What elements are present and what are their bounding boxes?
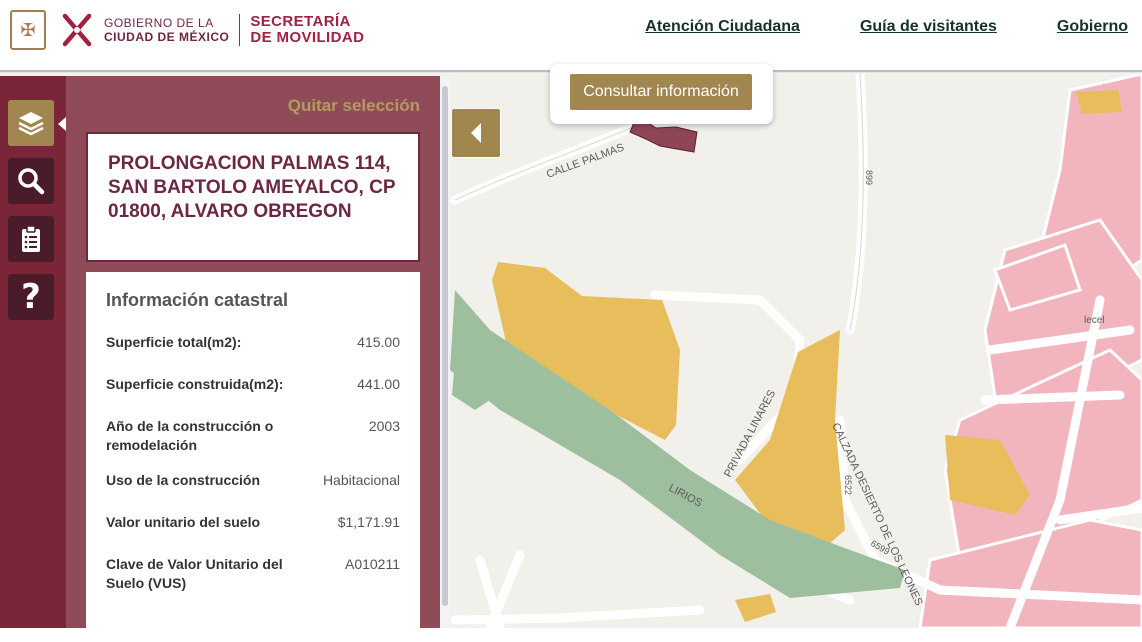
secretaria-name: SECRETARÍA DE MOVILIDAD xyxy=(250,14,364,46)
help-button[interactable]: ? xyxy=(8,274,54,320)
sec-line1: SECRETARÍA xyxy=(250,13,351,30)
clear-selection-link[interactable]: Quitar selección xyxy=(288,96,420,116)
info-label: Valor unitario del suelo xyxy=(106,514,261,530)
nav-guia-visitantes[interactable]: Guía de visitantes xyxy=(860,18,997,36)
layers-button[interactable] xyxy=(8,100,54,146)
logo-divider xyxy=(239,14,241,46)
poi-label: lecel xyxy=(1084,315,1105,326)
cdmx-logo-icon xyxy=(62,13,92,47)
gov-name: GOBIERNO DE LA CIUDAD DE MÉXICO xyxy=(104,16,229,44)
gov-line2: CIUDAD DE MÉXICO xyxy=(104,30,230,44)
top-header: ✠ GOBIERNO DE LA CIUDAD DE MÉXICO SECRET… xyxy=(0,0,1142,72)
map-popup: Consultar información xyxy=(550,64,773,124)
chevron-left-icon xyxy=(471,123,481,143)
report-button[interactable] xyxy=(8,216,54,262)
house-number-899: 899 xyxy=(864,170,874,185)
search-icon xyxy=(18,168,45,195)
info-label: Clave de Valor Unitario del Suelo (VUS) xyxy=(106,556,283,591)
info-row: Superficie construida(m2): 441.00 xyxy=(106,375,400,417)
address-card: PROLONGACION PALMAS 114, SAN BARTOLO AME… xyxy=(86,132,420,262)
info-row: Uso de la construcción Habitacional xyxy=(106,471,400,513)
info-panel: Quitar selección PROLONGACION PALMAS 114… xyxy=(66,76,440,642)
layers-icon xyxy=(18,112,44,136)
info-value: 2003 xyxy=(368,418,400,434)
help-icon: ? xyxy=(21,277,41,317)
info-row: Superficie total(m2): 415.00 xyxy=(106,333,400,375)
collapse-panel-button[interactable] xyxy=(451,108,501,158)
nav-gobierno[interactable]: Gobierno xyxy=(1057,18,1128,36)
info-label: Año de la construcción o remodelación xyxy=(106,418,274,453)
info-value: 441.00 xyxy=(357,376,400,392)
gov-logo-block[interactable]: ✠ GOBIERNO DE LA CIUDAD DE MÉXICO SECRET… xyxy=(10,8,364,52)
info-row: Año de la construcción o remodelación 20… xyxy=(106,417,400,471)
sec-line2: DE MOVILIDAD xyxy=(250,29,365,46)
info-label: Superficie construida(m2): xyxy=(106,376,284,392)
info-label: Superficie total(m2): xyxy=(106,334,242,350)
active-tool-pointer-icon xyxy=(58,117,66,131)
info-value: $1,171.91 xyxy=(337,514,400,530)
panel-scrollbar-thumb[interactable] xyxy=(442,86,448,606)
nav-atencion-ciudadana[interactable]: Atención Ciudadana xyxy=(645,18,800,36)
info-row: Valor unitario del suelo $1,171.91 xyxy=(106,513,400,555)
search-button[interactable] xyxy=(8,158,54,204)
house-number-6522: 6522 xyxy=(843,475,853,495)
info-row: Clave de Valor Unitario del Suelo (VUS) … xyxy=(106,555,400,599)
top-nav: Atención Ciudadana Guía de visitantes Go… xyxy=(645,18,1142,36)
residential-blocks xyxy=(918,74,1142,628)
cadastral-info-card: Información catastral Superficie total(m… xyxy=(86,272,420,642)
cadastral-info-title: Información catastral xyxy=(106,290,289,310)
coat-of-arms-icon: ✠ xyxy=(10,10,46,50)
info-value: 415.00 xyxy=(357,334,400,350)
info-value: A010211 xyxy=(344,556,400,572)
info-label: Uso de la construcción xyxy=(106,472,261,488)
tool-rail: ? xyxy=(0,76,66,628)
clipboard-icon xyxy=(22,225,40,252)
address-text: PROLONGACION PALMAS 114, SAN BARTOLO AME… xyxy=(108,153,396,222)
gov-line1: GOBIERNO DE LA xyxy=(104,16,214,30)
consult-info-button[interactable]: Consultar información xyxy=(570,74,752,110)
info-value: Habitacional xyxy=(322,472,400,488)
